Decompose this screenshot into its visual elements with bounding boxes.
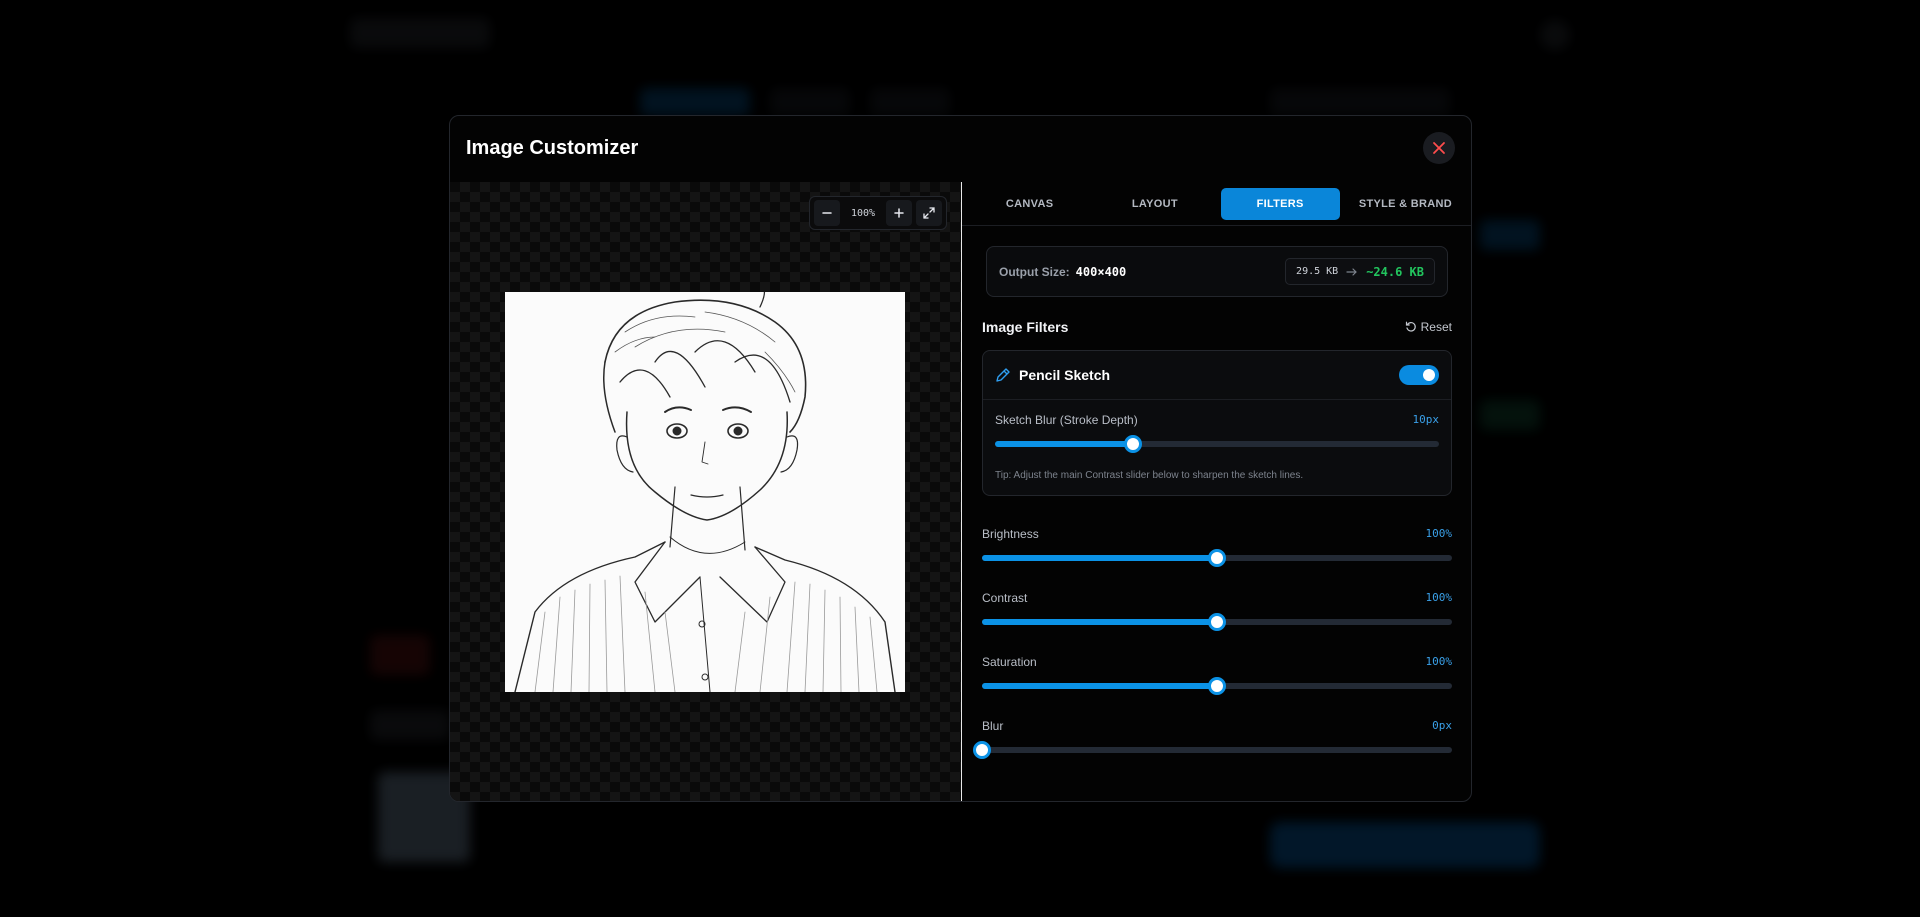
settings-tabs: CANVAS LAYOUT FILTERS STYLE & BRAND [962,182,1471,226]
zoom-level: 100% [850,207,876,219]
estimated-size: ~24.6 KB [1366,264,1424,279]
zoom-out-button[interactable] [814,200,840,226]
close-icon [1433,142,1445,154]
reset-button[interactable]: Reset [1405,320,1452,334]
slider-thumb[interactable] [1208,549,1226,567]
slider-fill [982,619,1217,625]
brightness-slider: Brightness 100% [982,527,1452,571]
slider-thumb[interactable] [973,741,991,759]
close-button[interactable] [1423,132,1455,164]
blur-value: 0px [1432,719,1452,732]
slider-thumb[interactable] [1208,677,1226,695]
file-size-chip: 29.5 KB ~24.6 KB [1285,258,1435,285]
pencil-sketch-title: Pencil Sketch [1019,367,1111,383]
blur-slider: Blur 0px [973,719,1452,763]
pencil-icon [996,368,1010,382]
contrast-slider: Contrast 100% [982,591,1452,635]
pencil-sketch-toggle[interactable] [1399,365,1439,385]
pencil-sketch-card: Pencil Sketch Sketch Blur (Stroke Depth)… [982,350,1452,496]
minus-icon [822,212,832,214]
saturation-label: Saturation [982,655,1037,669]
settings-panel: CANVAS LAYOUT FILTERS STYLE & BRAND Outp… [962,182,1471,801]
sketch-image [505,292,905,692]
output-size-box: Output Size: 400×400 29.5 KB ~24.6 KB [986,246,1448,297]
slider-thumb[interactable] [1123,435,1142,453]
expand-icon [923,207,935,219]
modal-title: Image Customizer [466,137,639,159]
tab-layout[interactable]: LAYOUT [1095,188,1214,220]
sketch-tip: Tip: Adjust the main Contrast slider bel… [995,470,1304,481]
reset-label: Reset [1420,320,1452,334]
plus-icon [894,208,904,218]
contrast-value: 100% [1425,591,1453,604]
blur-label: Blur [982,719,1004,733]
slider-track[interactable] [982,613,1452,631]
saturation-value: 100% [1425,655,1453,668]
slider-track[interactable] [982,549,1452,567]
reset-icon [1405,321,1416,332]
tab-filters[interactable]: FILTERS [1220,187,1340,220]
original-size: 29.5 KB [1296,266,1339,277]
saturation-slider: Saturation 100% [982,655,1452,699]
arrow-right-icon [1346,267,1358,276]
filters-title: Image Filters [982,319,1069,335]
zoom-in-button[interactable] [886,200,912,226]
filters-header: Image Filters Reset [982,316,1452,338]
zoom-controls: 100% [809,196,947,230]
brightness-label: Brightness [982,527,1039,541]
contrast-label: Contrast [982,591,1028,605]
slider-fill [982,555,1217,561]
sketch-blur-slider: Sketch Blur (Stroke Depth) 10px [995,413,1439,457]
slider-thumb[interactable] [1208,613,1226,631]
slider-track[interactable] [995,435,1439,453]
tab-canvas[interactable]: CANVAS [970,188,1089,220]
output-size-label: Output Size: [999,264,1070,279]
pencil-sketch-header: Pencil Sketch [983,351,1451,400]
sketch-blur-label: Sketch Blur (Stroke Depth) [995,413,1138,427]
slider-track[interactable] [982,677,1452,695]
fullscreen-button[interactable] [916,200,942,226]
image-preview-pane[interactable]: 100% [450,182,961,801]
slider-track[interactable] [973,741,1452,759]
tab-style-brand[interactable]: STYLE & BRAND [1346,188,1465,220]
modal-header: Image Customizer [450,116,1471,181]
portrait-sketch-illustration [514,292,896,692]
image-customizer-modal: Image Customizer 100% CANVAS LAYOUT FILT… [449,115,1472,802]
output-dimensions: 400×400 [1075,264,1127,279]
brightness-value: 100% [1425,527,1453,540]
slider-fill [982,683,1217,689]
slider-fill [995,441,1133,447]
sketch-blur-value: 10px [1412,413,1440,426]
